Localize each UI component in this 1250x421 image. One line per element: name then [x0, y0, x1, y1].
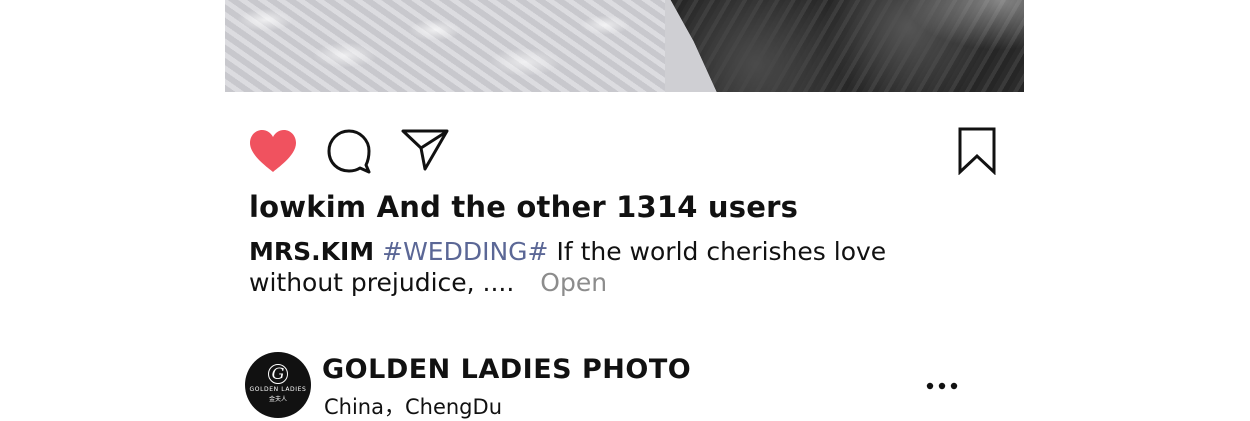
heart-icon[interactable]	[248, 128, 298, 174]
likes-summary[interactable]: lowkim And the other 1314 users	[249, 190, 798, 224]
avatar-sub-text: 金夫人	[268, 396, 287, 403]
comment-bubble-icon[interactable]	[326, 128, 372, 174]
avatar-monogram: G	[245, 364, 311, 384]
account-avatar[interactable]: G GOLDEN LADIES 金夫人	[245, 352, 311, 418]
account-name[interactable]: GOLDEN LADIES PHOTO	[322, 354, 691, 385]
bookmark-shape	[958, 127, 996, 175]
caption-hashtag[interactable]: #WEDDING#	[382, 237, 548, 266]
photo-lace-dress	[225, 0, 665, 92]
caption-open-link[interactable]: Open	[540, 268, 607, 297]
heart-shape	[250, 130, 296, 172]
comment-bubble-shape	[327, 129, 371, 174]
caption-username[interactable]: MRS.KIM	[249, 237, 374, 266]
post-photo[interactable]	[225, 0, 1024, 92]
photo-mist	[904, 0, 1024, 50]
avatar-brand-text: GOLDEN LADIES	[249, 386, 307, 393]
bookmark-icon[interactable]	[957, 127, 997, 175]
paper-plane-icon[interactable]	[400, 127, 450, 173]
more-dot	[938, 382, 946, 390]
more-dot	[926, 382, 934, 390]
post-location[interactable]: China，ChengDu	[324, 391, 502, 421]
more-dot	[950, 382, 958, 390]
post-caption: MRS.KIM #WEDDING# If the world cherishes…	[249, 236, 949, 298]
more-dots-icon[interactable]	[926, 381, 958, 391]
